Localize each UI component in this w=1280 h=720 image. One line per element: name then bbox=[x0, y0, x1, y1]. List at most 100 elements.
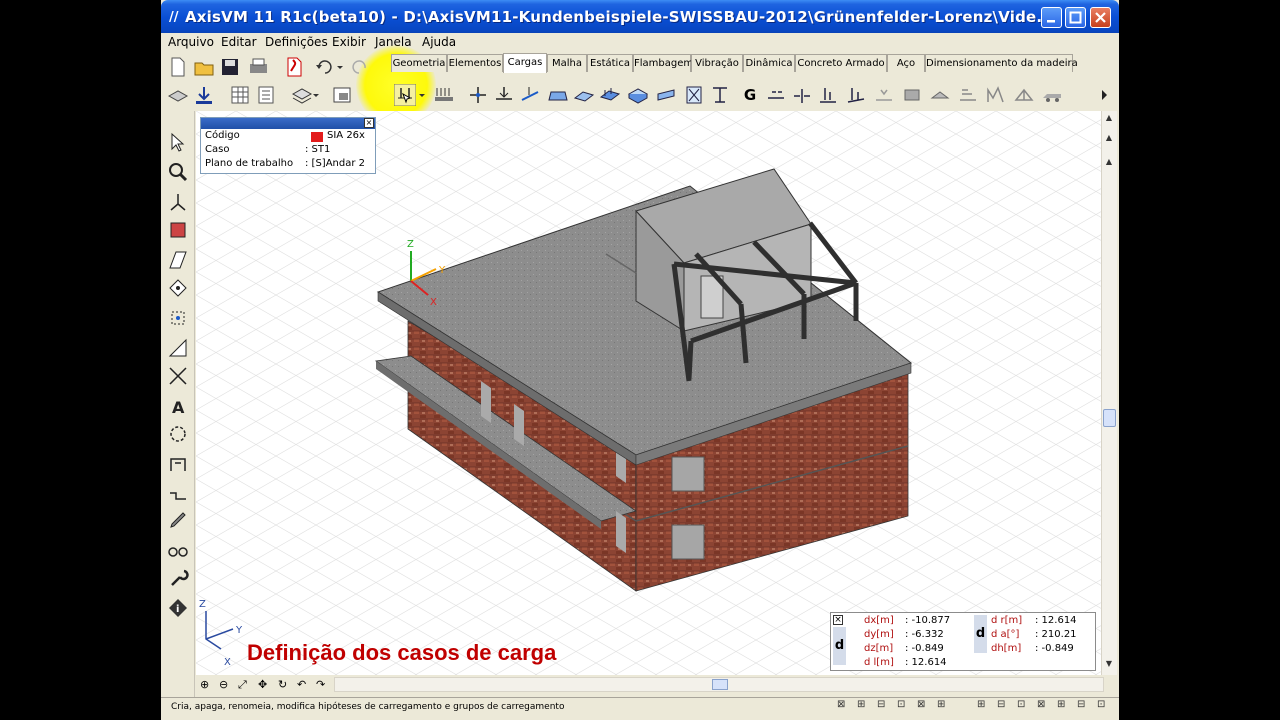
redo-icon[interactable] bbox=[349, 56, 371, 78]
vertical-scrollbar[interactable]: ▲ ▲ ▲ ▼ bbox=[1101, 111, 1117, 675]
scroll-up-icon-3[interactable]: ▲ bbox=[1103, 157, 1115, 169]
table-icon[interactable] bbox=[229, 84, 251, 106]
rotate-icon[interactable] bbox=[167, 423, 189, 445]
select-arrow-icon[interactable] bbox=[167, 131, 189, 153]
menu-exibir[interactable]: Exibir bbox=[332, 35, 366, 49]
tab-cargas[interactable]: Cargas bbox=[503, 53, 547, 73]
print-icon[interactable] bbox=[247, 56, 269, 78]
fault-load-icon[interactable] bbox=[791, 84, 813, 106]
panel-load-icon[interactable] bbox=[655, 84, 677, 106]
minimize-button[interactable] bbox=[1041, 7, 1062, 28]
status-icon-j[interactable]: ⊠ bbox=[1037, 699, 1045, 710]
tab-malha[interactable]: Malha bbox=[547, 54, 587, 72]
layers-icon[interactable] bbox=[167, 84, 189, 106]
status-icon-b[interactable]: ⊞ bbox=[857, 699, 865, 710]
section-icon[interactable] bbox=[167, 453, 189, 475]
glasses-icon[interactable] bbox=[167, 539, 189, 561]
render-view-icon[interactable] bbox=[167, 219, 189, 241]
wrench-icon[interactable] bbox=[167, 567, 189, 589]
dimension-icon[interactable] bbox=[167, 481, 189, 503]
load-groups-icon[interactable] bbox=[433, 84, 455, 106]
status-icon-f[interactable]: ⊞ bbox=[937, 699, 945, 710]
workplane-icon[interactable] bbox=[167, 249, 189, 271]
tab-aco[interactable]: Aço bbox=[887, 54, 925, 72]
measure-icon[interactable] bbox=[167, 337, 189, 359]
menu-ajuda[interactable]: Ajuda bbox=[422, 35, 456, 49]
status-icon-d[interactable]: ⊡ bbox=[897, 699, 905, 710]
crosshair-icon[interactable] bbox=[167, 365, 189, 387]
wind-load-icon[interactable] bbox=[957, 84, 979, 106]
model-canvas[interactable]: Z Y X Z Y X bbox=[196, 111, 1101, 675]
beam-load-icon[interactable] bbox=[493, 84, 515, 106]
snow-load-icon[interactable] bbox=[929, 84, 951, 106]
seismic-icon[interactable] bbox=[901, 84, 923, 106]
window-layout-icon[interactable] bbox=[331, 84, 353, 106]
info-panel-header[interactable]: × bbox=[201, 118, 375, 129]
stack-icon[interactable] bbox=[291, 84, 313, 106]
menu-definicoes[interactable]: Definições bbox=[265, 35, 328, 49]
load-down-icon[interactable] bbox=[193, 84, 215, 106]
thermal-surface-icon[interactable] bbox=[845, 84, 867, 106]
close-button[interactable] bbox=[1090, 7, 1111, 28]
load-cases-dropdown-icon[interactable] bbox=[417, 84, 427, 106]
surface-load-icon[interactable] bbox=[573, 84, 595, 106]
menu-arquivo[interactable]: Arquivo bbox=[168, 35, 214, 49]
pdf-icon[interactable] bbox=[283, 56, 305, 78]
zoom-out-icon[interactable]: ⊖ bbox=[219, 678, 228, 691]
load-cases-icon[interactable] bbox=[394, 84, 416, 106]
vehicle-load-icon[interactable] bbox=[1041, 84, 1063, 106]
line-load-icon[interactable] bbox=[519, 84, 541, 106]
new-file-icon[interactable] bbox=[167, 56, 189, 78]
status-icon-c[interactable]: ⊟ bbox=[877, 699, 885, 710]
scroll-up-icon[interactable]: ▲ bbox=[1103, 113, 1115, 125]
scroll-down-icon[interactable]: ▼ bbox=[1103, 659, 1115, 671]
zoom-icon[interactable] bbox=[167, 161, 189, 183]
horizontal-scrollbar[interactable] bbox=[334, 677, 1104, 692]
open-folder-icon[interactable] bbox=[193, 56, 215, 78]
domain-load-icon[interactable] bbox=[599, 84, 621, 106]
undo-view-icon[interactable]: ↶ bbox=[297, 678, 306, 691]
thermal-beam-icon[interactable] bbox=[817, 84, 839, 106]
tab-geometria[interactable]: Geometria bbox=[391, 54, 447, 72]
fluid-load-icon[interactable] bbox=[683, 84, 705, 106]
self-weight-icon[interactable]: G bbox=[739, 84, 761, 106]
status-icon-l[interactable]: ⊟ bbox=[1077, 699, 1085, 710]
grid-points-icon[interactable] bbox=[167, 307, 189, 329]
hscroll-thumb[interactable] bbox=[712, 679, 728, 690]
pencil-icon[interactable] bbox=[167, 509, 189, 531]
status-icon-e[interactable]: ⊠ bbox=[917, 699, 925, 710]
tab-dinamica[interactable]: Dinâmica bbox=[743, 54, 795, 72]
scroll-thumb[interactable] bbox=[1103, 409, 1116, 427]
info-panel[interactable]: × Código SIA 26x Caso : ST1 Plano de tra… bbox=[200, 117, 376, 174]
report-icon[interactable] bbox=[255, 84, 277, 106]
scroll-up-icon-2[interactable]: ▲ bbox=[1103, 133, 1115, 145]
menu-editar[interactable]: Editar bbox=[221, 35, 257, 49]
undo-icon[interactable] bbox=[313, 56, 335, 78]
slab-load-icon[interactable] bbox=[627, 84, 649, 106]
toolbar-more-icon[interactable] bbox=[1099, 84, 1111, 106]
support-displacement-icon[interactable] bbox=[765, 84, 787, 106]
nodal-load-icon[interactable] bbox=[467, 84, 489, 106]
maximize-button[interactable] bbox=[1065, 7, 1086, 28]
status-icon-g[interactable]: ⊞ bbox=[977, 699, 985, 710]
status-icon-m[interactable]: ⊡ bbox=[1097, 699, 1105, 710]
status-icon-h[interactable]: ⊟ bbox=[997, 699, 1005, 710]
title-bar[interactable]: // AxisVM 11 R1c(beta10) - D:\AxisVM11-K… bbox=[161, 0, 1119, 35]
status-icon-i[interactable]: ⊡ bbox=[1017, 699, 1025, 710]
truss-load-icon[interactable] bbox=[1013, 84, 1035, 106]
zoom-in-icon[interactable]: ⊕ bbox=[200, 678, 209, 691]
diagram-icon[interactable] bbox=[985, 84, 1007, 106]
tab-flambagem[interactable]: Flambagem bbox=[633, 54, 693, 72]
moving-load-icon[interactable] bbox=[873, 84, 895, 106]
status-icon-a[interactable]: ⊠ bbox=[837, 699, 845, 710]
snap-icon[interactable] bbox=[167, 277, 189, 299]
pan-icon[interactable]: ✥ bbox=[258, 678, 267, 691]
tab-dimensionamento-madeira[interactable]: Dimensionamento da madeira bbox=[925, 54, 1078, 72]
coord-close-icon[interactable]: × bbox=[833, 615, 843, 625]
redo-view-icon[interactable]: ↷ bbox=[316, 678, 325, 691]
tab-vibracao[interactable]: Vibração bbox=[691, 54, 743, 72]
save-icon[interactable] bbox=[219, 56, 241, 78]
rotate-view-icon[interactable]: ↻ bbox=[278, 678, 287, 691]
zoom-fit-icon[interactable]: ⤢ bbox=[238, 678, 247, 692]
tab-concreto-armado[interactable]: Concreto Armado bbox=[795, 54, 887, 72]
